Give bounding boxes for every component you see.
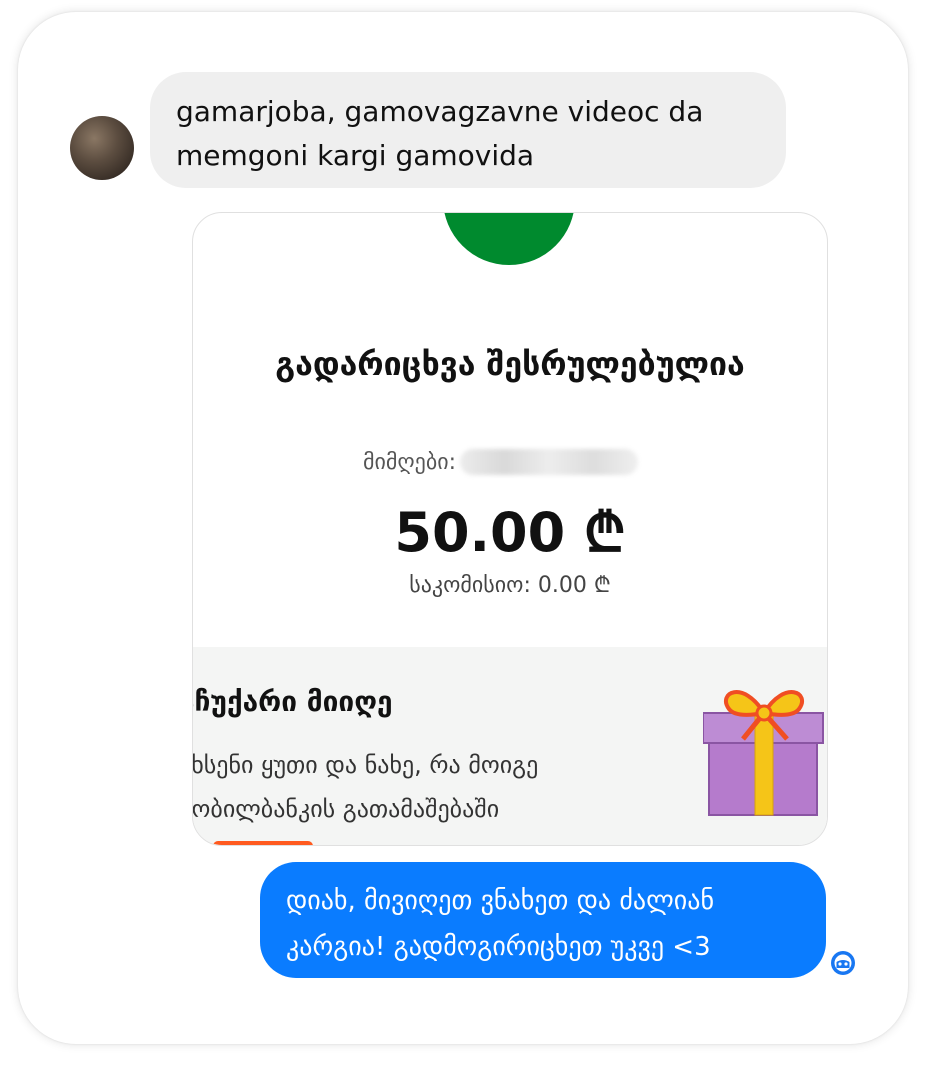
outgoing-message-text: დიახ, მივიღეთ ვნახეთ და ძალიან კარგია! გ… [286, 886, 715, 962]
promo-line-2: მობილბანკის გათამაშებაში [192, 795, 500, 823]
promo-line-1: ახსენი ყუთი და ნახე, რა მოიგე [192, 751, 539, 779]
outgoing-message[interactable]: დიახ, მივიღეთ ვნახეთ და ძალიან კარგია! გ… [260, 862, 826, 978]
promo-action-button[interactable] [213, 841, 313, 845]
sender-avatar[interactable] [70, 116, 134, 180]
incoming-message[interactable]: gamarjoba, gamovagzavne videoc da memgon… [150, 72, 786, 188]
success-icon [443, 213, 575, 265]
commission-text: საკომისიო: 0.00 ₾ [409, 573, 611, 598]
promo-banner[interactable]: აჩუქარი მიიღე ახსენი ყუთი და ნახე, რა მო… [192, 647, 827, 845]
transfer-status-title: გადარიცხვა შესრულებულია [275, 345, 745, 383]
recipient-row: მიმღები: [363, 445, 639, 479]
transfer-receipt-card[interactable]: გადარიცხვა შესრულებულია მიმღები: 50.00 ₾… [192, 212, 828, 846]
chat-frame: gamarjoba, gamovagzavne videoc da memgon… [18, 12, 908, 1044]
promo-title: აჩუქარი მიიღე [192, 685, 393, 718]
seen-avatar-icon [829, 949, 857, 977]
transfer-amount: 50.00 ₾ [394, 501, 626, 564]
gift-box-icon[interactable] [703, 683, 827, 817]
incoming-message-text: gamarjoba, gamovagzavne videoc da memgon… [176, 95, 704, 172]
recipient-label: მიმღები: [363, 449, 457, 475]
promo-description: ახსენი ყუთი და ნახე, რა მოიგე მობილბანკი… [192, 743, 679, 831]
recipient-name-redacted [460, 449, 639, 475]
